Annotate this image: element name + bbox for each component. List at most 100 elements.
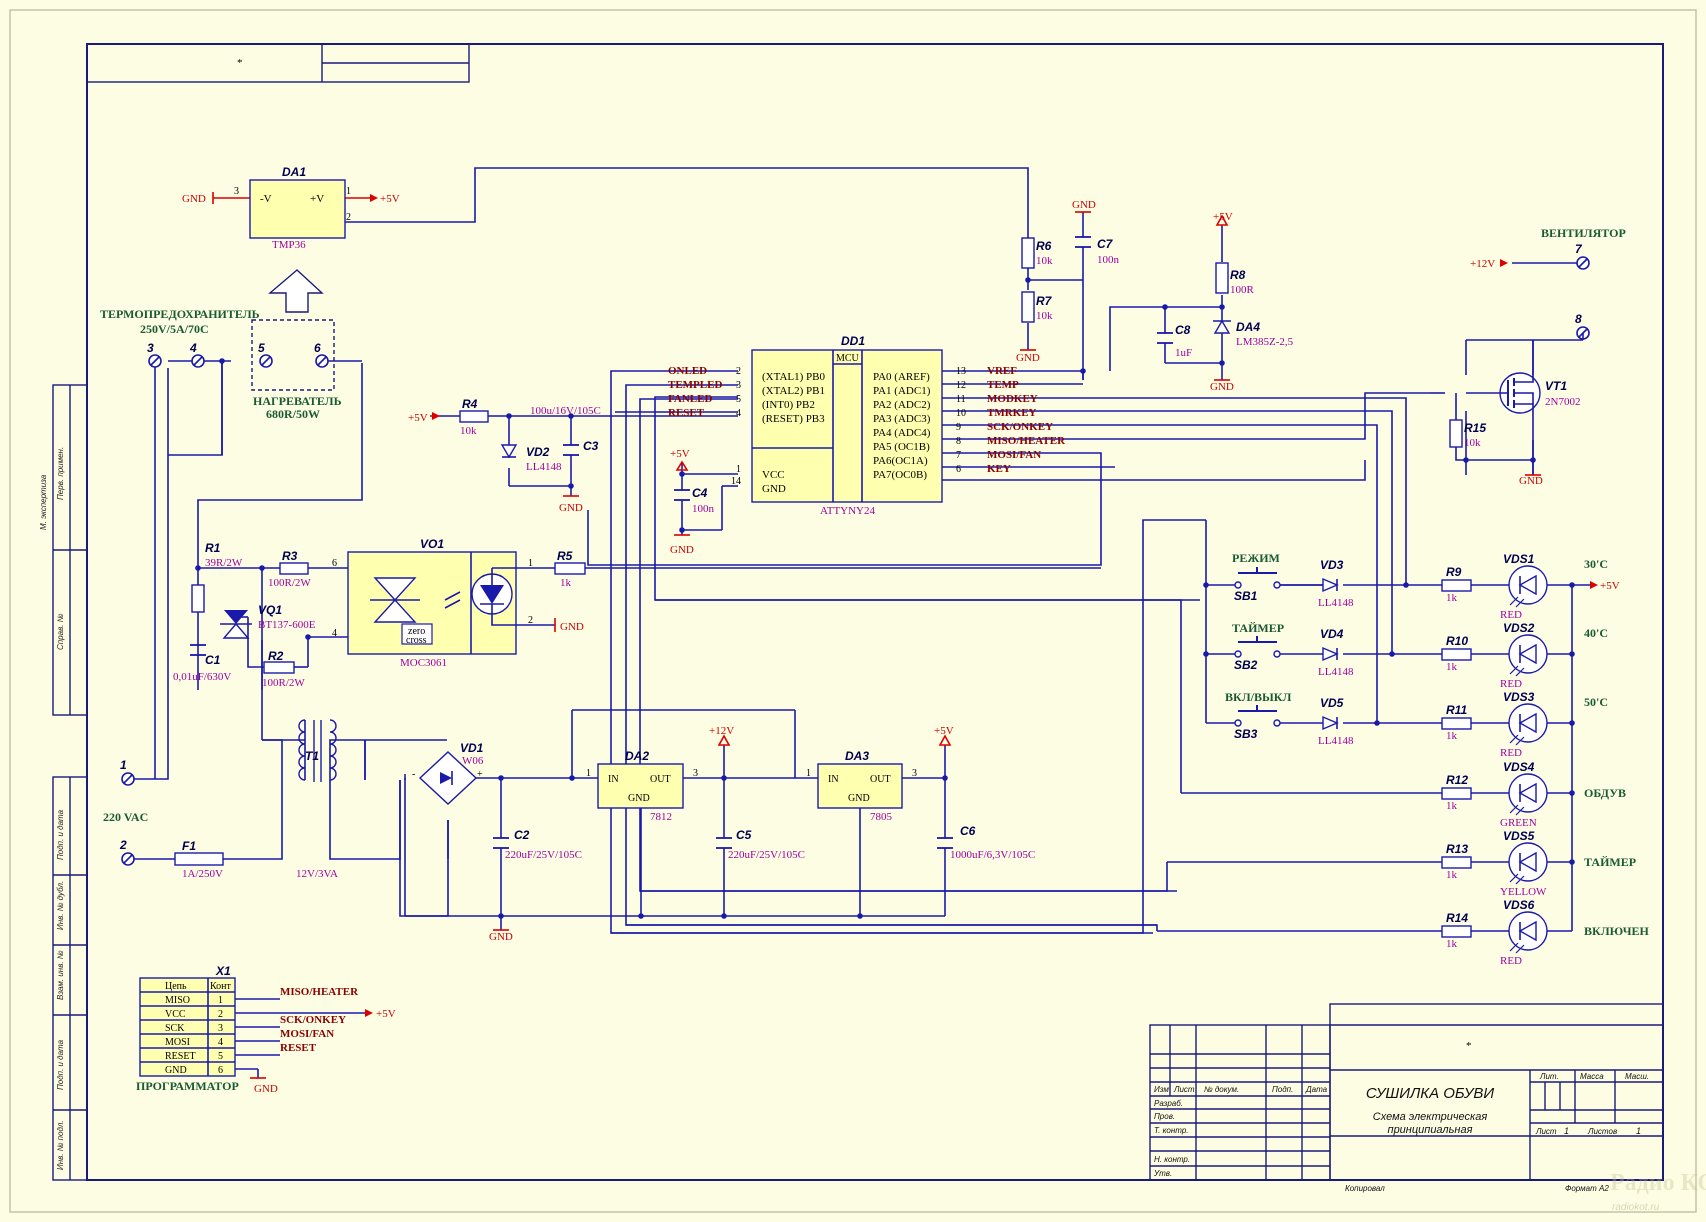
buttons: РЕЖИМ SB1 ТАЙМЕР SB2 ВКЛ/ВЫКЛ SB3 <box>1225 551 1291 741</box>
svg-text:TEMPLED: TEMPLED <box>668 379 722 391</box>
svg-text:DD1: DD1 <box>841 334 865 348</box>
tb-header: Изм <box>1154 1085 1169 1094</box>
svg-text:1: 1 <box>346 186 351 197</box>
gnd-label: GND <box>670 544 694 556</box>
svg-text:1k: 1k <box>1446 869 1458 881</box>
svg-text:TEMP: TEMP <box>987 379 1019 391</box>
side-label: Инв. № дубл. <box>56 881 65 930</box>
svg-text:ТАЙМЕР: ТАЙМЕР <box>1232 621 1284 635</box>
svg-text:1k: 1k <box>1446 661 1458 673</box>
side-label: Подп. и дата <box>56 809 65 860</box>
svg-text:RESET: RESET <box>280 1042 317 1054</box>
svg-text:3: 3 <box>693 768 698 779</box>
svg-text:R3: R3 <box>282 549 298 563</box>
svg-text:MOC3061: MOC3061 <box>400 657 447 669</box>
svg-text:C1: C1 <box>205 653 221 667</box>
svg-text:DA2: DA2 <box>625 749 649 763</box>
gnd-label: GND <box>560 621 584 633</box>
svg-text:6: 6 <box>332 558 337 569</box>
svg-text:1k: 1k <box>1446 938 1458 950</box>
svg-text:8: 8 <box>956 436 961 447</box>
drawing-subtitle: принципиальная <box>1388 1124 1473 1136</box>
svg-text:4: 4 <box>332 628 337 639</box>
svg-text:VD4: VD4 <box>1320 627 1344 641</box>
tb-header: № докум. <box>1204 1085 1239 1094</box>
da2-7812: IN OUT GND DA2 7812 1 3 <box>586 749 698 823</box>
svg-text:R1: R1 <box>205 541 221 555</box>
tb-row: Н. контр. <box>1154 1155 1190 1164</box>
svg-text:4: 4 <box>736 408 741 419</box>
gnd-label: GND <box>559 502 583 514</box>
svg-text:C6: C6 <box>960 824 976 838</box>
svg-text:GND: GND <box>762 483 786 495</box>
led-ref: VDS1 <box>1503 552 1535 566</box>
svg-text:MCU: MCU <box>836 353 860 364</box>
tb-scale: Масш. <box>1625 1072 1649 1081</box>
gnd-label: GND <box>254 1083 278 1095</box>
leds: VDS1RED30'CVDS2RED40'CVDS3RED50'CVDS4GRE… <box>1500 552 1650 967</box>
svg-text:radiokot.ru: radiokot.ru <box>1612 1202 1660 1213</box>
gnd-label: GND <box>1016 352 1040 364</box>
wires <box>128 167 1590 1078</box>
vcc-label: +5V <box>380 193 400 205</box>
vcc-label: +5V <box>376 1008 396 1020</box>
svg-text:(INT0) PB2: (INT0) PB2 <box>762 399 815 411</box>
dd1-attiny24: MCU DD1 ATTYNY24 (XTAL1) PB0 (XTAL2) PB1… <box>731 334 966 517</box>
svg-text:VT1: VT1 <box>1545 379 1567 393</box>
led-ref: VDS6 <box>1503 898 1535 912</box>
svg-text:FANLED: FANLED <box>668 393 712 405</box>
svg-text:VD1: VD1 <box>460 741 484 755</box>
svg-text:6: 6 <box>314 341 321 355</box>
svg-text:1: 1 <box>528 558 533 569</box>
programmer-pin: 1 <box>218 995 223 1006</box>
svg-text:10k: 10k <box>1036 255 1053 267</box>
led-function-label: 30'C <box>1584 557 1608 571</box>
svg-text:VO1: VO1 <box>420 537 444 551</box>
svg-text:LL4148: LL4148 <box>1318 735 1354 747</box>
svg-text:(XTAL2) PB1: (XTAL2) PB1 <box>762 385 825 397</box>
svg-text:C8: C8 <box>1175 323 1191 337</box>
tb-sheet: Лист <box>1535 1127 1557 1136</box>
svg-text:SB1: SB1 <box>1234 589 1258 603</box>
x1-programmer: X1 Цепь Конт MISO 1 VCC 2 SCK 3 MOSI 4 RESET 5 GND… <box>136 964 359 1093</box>
gnd-label: GND <box>489 931 513 943</box>
led-color: RED <box>1500 609 1522 621</box>
vcc-label: +12V <box>1470 258 1495 270</box>
svg-text:39R/2W: 39R/2W <box>205 557 243 569</box>
svg-text:VD2: VD2 <box>526 445 550 459</box>
svg-text:R9: R9 <box>1446 565 1462 579</box>
svg-text:ПРОГРАММАТОР: ПРОГРАММАТОР <box>136 1079 239 1093</box>
svg-text:R6: R6 <box>1036 239 1052 253</box>
vo1-moc3061: zero cross VO1 MOC3061 6 4 1 2 <box>332 537 533 669</box>
svg-text:RESET: RESET <box>668 407 705 419</box>
programmer-pin: 4 <box>218 1037 223 1048</box>
programmer-signal: RESET <box>165 1051 196 1062</box>
svg-text:2N7002: 2N7002 <box>1545 396 1580 408</box>
svg-text:SB2: SB2 <box>1234 658 1258 672</box>
svg-text:MISO/HEATER: MISO/HEATER <box>987 435 1066 447</box>
led-vds5: VDS5 YELLOW ТАЙМЕР <box>1500 829 1636 898</box>
svg-text:Цепь: Цепь <box>165 981 187 992</box>
tb-sheets: Листов <box>1587 1127 1617 1136</box>
svg-text:R8: R8 <box>1230 268 1246 282</box>
thermofuse-spec: 250V/5A/70C <box>140 322 209 336</box>
svg-text:100n: 100n <box>1097 254 1120 266</box>
gnd-label: GND <box>1072 199 1096 211</box>
side-label: Взам. инв. № <box>56 950 65 1000</box>
tb-row: Пров. <box>1154 1112 1175 1121</box>
radiokot-watermark: Радио КОТ radiokot.ru <box>1610 1170 1706 1213</box>
svg-text:7812: 7812 <box>650 811 672 823</box>
svg-text:4: 4 <box>189 341 197 355</box>
svg-text:SCK/ONKEY: SCK/ONKEY <box>987 421 1053 433</box>
svg-text:+V: +V <box>310 193 324 205</box>
svg-text:LM385Z-2,5: LM385Z-2,5 <box>1236 336 1294 348</box>
svg-text:10k: 10k <box>460 425 477 437</box>
svg-text:PA4 (ADC4): PA4 (ADC4) <box>873 427 931 439</box>
svg-text:GND: GND <box>848 793 870 804</box>
svg-text:DA3: DA3 <box>845 749 869 763</box>
t1-transformer: T1 12V/3VA <box>296 719 338 880</box>
svg-text:1A/250V: 1A/250V <box>182 868 223 880</box>
svg-text:6: 6 <box>956 464 961 475</box>
svg-text:TMP36: TMP36 <box>272 239 306 251</box>
svg-text:Конт: Конт <box>210 981 232 992</box>
